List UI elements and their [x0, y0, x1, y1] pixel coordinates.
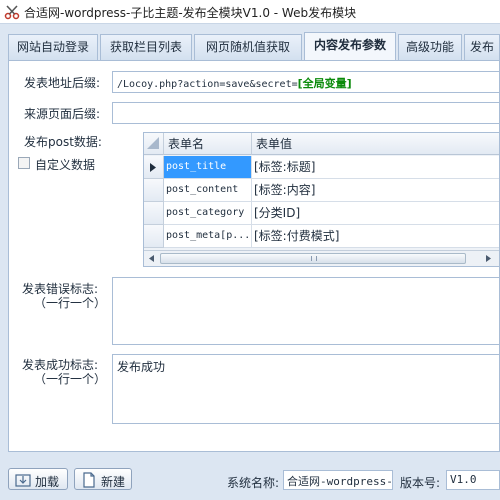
error-flag-textarea[interactable] — [112, 277, 500, 345]
tab-auto-login[interactable]: 网站自动登录 — [8, 34, 98, 60]
post-data-label: 发布post数据: — [24, 135, 102, 149]
tab-publish[interactable]: 发布 — [464, 34, 500, 60]
table-row[interactable]: post_meta[p... [标签:付费模式] — [144, 225, 499, 248]
error-flag-hint: （一行一个） — [34, 296, 107, 310]
scissors-icon — [4, 4, 20, 20]
version-label: 版本号: — [400, 476, 441, 490]
column-header-value[interactable]: 表单值 — [252, 133, 499, 155]
cell-value[interactable]: [分类ID] — [252, 202, 499, 225]
global-variable-tag: [全局变量] — [297, 77, 352, 90]
post-data-grid: 表单名 表单值 post_title [标签:标题] post_content … — [143, 132, 500, 267]
scroll-left-icon[interactable] — [144, 251, 160, 266]
new-document-icon — [83, 472, 95, 488]
system-name-label: 系统名称: — [227, 476, 280, 490]
custom-data-label: 自定义数据 — [35, 158, 96, 172]
post-url-input[interactable]: /Locoy.php?action=save&secret=[全局变量] — [112, 71, 500, 93]
grip-icon — [311, 256, 317, 261]
table-row[interactable]: post_category [分类ID] — [144, 202, 499, 225]
tab-content-params[interactable]: 内容发布参数 — [304, 32, 396, 60]
row-selector[interactable] — [144, 225, 164, 248]
tab-strip: 网站自动登录 获取栏目列表 网页随机值获取 内容发布参数 高级功能 发布 — [0, 32, 500, 60]
post-url-value: /Locoy.php?action=save&secret= — [117, 79, 298, 90]
source-page-label: 来源页面后缀: — [24, 107, 101, 121]
cell-name[interactable]: post_meta[p... — [164, 225, 252, 248]
cell-value[interactable]: [标签:付费模式] — [252, 225, 499, 248]
scroll-right-icon[interactable] — [481, 251, 497, 266]
tab-random-values[interactable]: 网页随机值获取 — [194, 34, 302, 60]
load-icon — [15, 474, 31, 487]
scroll-thumb[interactable] — [160, 253, 466, 264]
cell-value[interactable]: [标签:标题] — [252, 156, 499, 179]
new-button[interactable]: 新建 — [74, 468, 132, 490]
cell-name[interactable]: post_content — [164, 179, 252, 202]
custom-data-checkbox[interactable] — [18, 157, 30, 169]
cell-name[interactable]: post_title — [164, 156, 252, 179]
load-button[interactable]: 加载 — [8, 468, 68, 490]
post-url-label: 发表地址后缀: — [24, 76, 101, 90]
grid-corner[interactable] — [144, 133, 164, 155]
success-flag-textarea[interactable]: 发布成功 — [112, 354, 500, 424]
success-flag-hint: （一行一个） — [34, 372, 107, 386]
new-button-label: 新建 — [101, 475, 126, 489]
row-pointer-icon — [150, 163, 156, 172]
table-row[interactable]: post_title [标签:标题] — [144, 156, 499, 179]
source-page-input[interactable] — [112, 102, 500, 124]
version-input[interactable]: V1.0 — [446, 470, 500, 490]
horizontal-scrollbar[interactable] — [144, 250, 499, 266]
column-header-name[interactable]: 表单名 — [164, 133, 252, 155]
row-selector[interactable] — [144, 202, 164, 225]
row-selector[interactable] — [144, 156, 164, 179]
row-selector[interactable] — [144, 179, 164, 202]
window-title: 合适网-wordpress-子比主题-发布全模块V1.0 - Web发布模块 — [24, 6, 357, 20]
tab-get-columns[interactable]: 获取栏目列表 — [100, 34, 192, 60]
cell-value[interactable]: [标签:内容] — [252, 179, 499, 202]
title-bar: 合适网-wordpress-子比主题-发布全模块V1.0 - Web发布模块 — [0, 0, 500, 24]
table-row[interactable]: post_content [标签:内容] — [144, 179, 499, 202]
tab-advanced[interactable]: 高级功能 — [398, 34, 462, 60]
cell-name[interactable]: post_category — [164, 202, 252, 225]
load-button-label: 加载 — [35, 475, 60, 489]
system-name-input[interactable]: 合适网-wordpress-子 — [283, 470, 393, 490]
